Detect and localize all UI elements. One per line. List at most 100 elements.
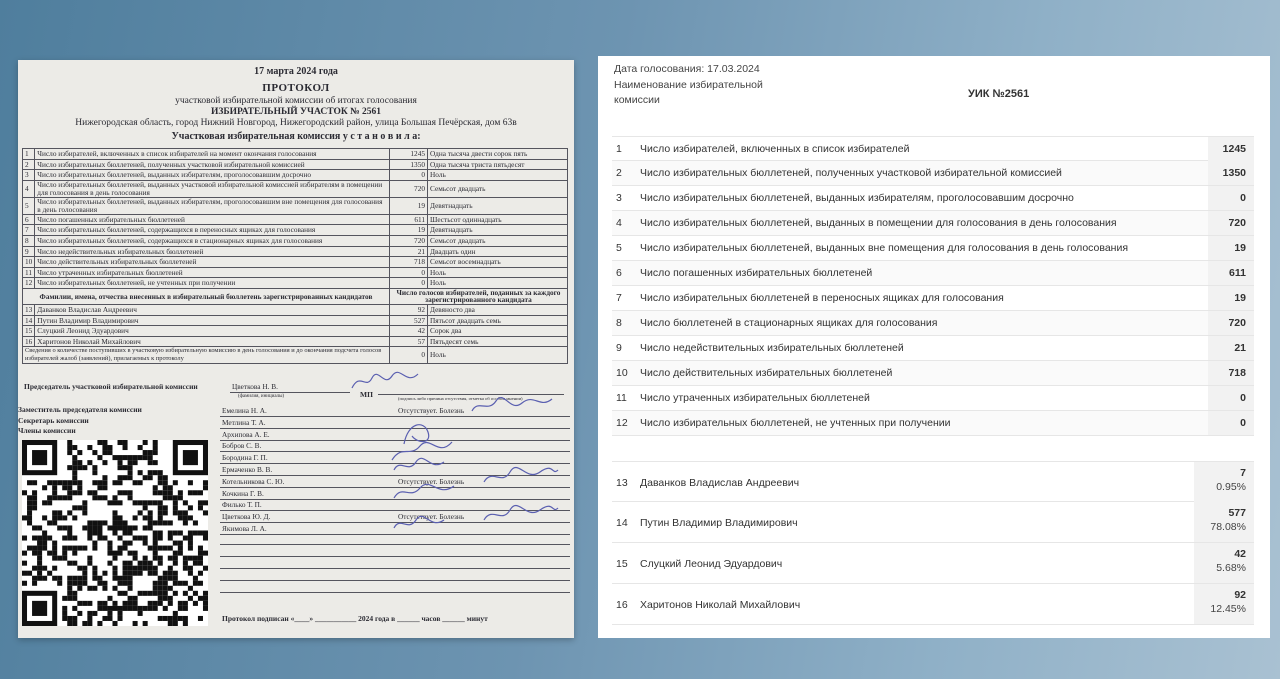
- paper-table-row: 6 Число погашенных избирательных бюллетен…: [21, 213, 568, 226]
- paper-row-value: 1350: [389, 158, 428, 171]
- paper-cand-name: Даванков Владислав Андреевич: [34, 303, 390, 316]
- paper-row-num: 9: [21, 245, 36, 258]
- candidate-votes: 7: [1240, 467, 1246, 479]
- paper-row-value: 19: [389, 224, 428, 236]
- paper-member-name: Цветкова Ю. Д.: [222, 512, 271, 522]
- results-row: 7 Число избирательных бюллетеней в перено…: [612, 286, 1254, 311]
- row-value: 19: [1208, 236, 1254, 260]
- paper-row-words: Одна тысяча двести сорок пять: [427, 148, 568, 160]
- paper-member-name: Якимова Л. А.: [222, 524, 267, 533]
- paper-row-value: 611: [389, 213, 428, 226]
- results-row: 9 Число недействительных избирательных бю…: [612, 336, 1254, 361]
- paper-table-row: 3 Число избирательных бюллетеней, выданны…: [21, 169, 568, 181]
- paper-row-value: 0: [389, 266, 428, 279]
- results-row: 3 Число избирательных бюллетеней, выданны…: [612, 186, 1254, 211]
- paper-row-value: 720: [389, 179, 428, 198]
- candidate-name: Харитонов Николай Михайлович: [640, 599, 801, 611]
- paper-row-words: Девятнадцать: [427, 196, 568, 215]
- row-number: 11: [616, 392, 627, 404]
- member-signature-6: [393, 483, 455, 499]
- paper-signed-line: Протокол подписан «____» ___________ 202…: [222, 614, 488, 623]
- paper-cand-num: 14: [21, 314, 36, 327]
- paper-secretary-label: Секретарь комиссии: [18, 416, 89, 425]
- paper-cand-num: 15: [21, 325, 36, 337]
- voting-date-label: Дата голосования:: [614, 63, 705, 75]
- row-value: 718: [1208, 361, 1254, 385]
- paper-complaints-value: 0: [389, 346, 428, 365]
- candidate-percent: 78.08%: [1210, 521, 1246, 533]
- paper-candidate-row: 13 Даванков Владислав Андреевич 92 Девяност…: [21, 303, 568, 316]
- row-value: 720: [1208, 311, 1254, 335]
- paper-table-row: 2 Число избирательных бюллетеней, получен…: [21, 158, 568, 171]
- row-number: 6: [616, 267, 622, 279]
- candidates-table: 13 Даванков Владислав Андреевич 7 0.95% 14 Пу…: [612, 461, 1254, 625]
- paper-row-num: 3: [21, 169, 36, 181]
- member-signature-8: [393, 515, 445, 529]
- row-number: 5: [616, 242, 622, 254]
- paper-table-row: 5 Число избирательных бюллетеней, выданны…: [21, 196, 568, 215]
- paper-table-row: 11 Число утраченных избирательных бюллете…: [21, 266, 568, 279]
- paper-row-value: 0: [389, 169, 428, 181]
- paper-row-num: 6: [21, 213, 36, 226]
- candidate-percent: 5.68%: [1216, 562, 1246, 574]
- row-label: Число действительных избирательных бюлле…: [640, 367, 893, 379]
- paper-row-num: 4: [21, 179, 36, 198]
- candidate-number: 13: [616, 477, 628, 489]
- chair-signature: [351, 371, 419, 389]
- paper-member-name: Бородина Г. П.: [222, 453, 268, 463]
- row-number: 12: [616, 417, 628, 429]
- qr-code: [22, 440, 208, 626]
- paper-row-words: Двадцать один: [427, 245, 568, 258]
- candidate-votes: 577: [1228, 507, 1246, 519]
- results-row: 1 Число избирателей, включенных в список …: [612, 136, 1254, 161]
- row-label: Число недействительных избирательных бюл…: [640, 342, 904, 354]
- row-value: 1350: [1208, 161, 1254, 185]
- paper-candidate-row: 14 Путин Владимир Владимирович 527 Пятьсот …: [21, 314, 568, 327]
- results-row: 8 Число бюллетеней в стационарных ящиках …: [612, 311, 1254, 336]
- paper-row-value: 718: [389, 256, 428, 268]
- candidate-result: 92 12.45%: [1194, 584, 1254, 624]
- paper-row-value: 1245: [389, 148, 428, 160]
- paper-row-value: 720: [389, 234, 428, 247]
- row-label: Число избирательных бюллетеней, не учтен…: [640, 417, 951, 429]
- paper-cand-words: Сорок два: [427, 325, 568, 337]
- paper-cand-name: Харитонов Николай Михайлович: [34, 335, 390, 348]
- candidate-row: 15 Слуцкий Леонид Эдуардович 42 5.68%: [612, 543, 1254, 584]
- row-label: Число избирательных бюллетеней в перенос…: [640, 292, 1004, 304]
- row-label: Число избирательных бюллетеней, выданных…: [640, 192, 1074, 204]
- paper-cand-words: Девяносто два: [427, 303, 568, 316]
- paper-row-label: Число погашенных избирательных бюллетене…: [34, 213, 390, 226]
- paper-row-label: Число избирательных бюллетеней, выданных…: [34, 169, 390, 181]
- row-label: Число избирателей, включенных в список и…: [640, 143, 910, 155]
- row-number: 3: [616, 192, 622, 204]
- row-value: 1245: [1208, 137, 1254, 161]
- paper-row-words: Шестьсот одиннадцать: [427, 213, 568, 226]
- paper-chair-name: Цветкова Н. В.: [232, 382, 278, 391]
- row-value: 0: [1208, 411, 1254, 435]
- paper-results-table: 1 Число избирателей, включенных в список …: [21, 148, 568, 365]
- paper-member-note: Отсутствует. Болезнь: [398, 406, 465, 415]
- row-value: 720: [1208, 211, 1254, 235]
- paper-row-words: Семьсот восемнадцать: [427, 256, 568, 268]
- paper-row-num: 7: [21, 224, 36, 236]
- paper-member-name: Метлина Т. А.: [222, 417, 266, 427]
- paper-table-row: 4 Число избирательных бюллетеней, выданны…: [21, 179, 568, 198]
- paper-row-label: Число действительных избирательных бюлле…: [34, 256, 390, 268]
- paper-row-num: 5: [21, 196, 36, 215]
- paper-member-name: Кочкина Г. В.: [222, 488, 264, 498]
- paper-table-row: 1 Число избирателей, включенных в список …: [21, 148, 568, 160]
- paper-date: 17 марта 2024 года: [254, 66, 338, 77]
- commission-name-label: Наименование избирательной комиссии: [614, 79, 763, 106]
- row-number: 7: [616, 292, 622, 304]
- paper-row-num: 1: [21, 148, 36, 160]
- voting-date: Дата голосования: 17.03.2024: [614, 62, 760, 77]
- results-row: 5 Число избирательных бюллетеней, выданны…: [612, 236, 1254, 261]
- paper-cand-value: 57: [389, 335, 428, 348]
- candidate-number: 15: [616, 558, 628, 570]
- paper-candidate-row: 15 Слуцкий Леонид Эдуардович 42 Сорок два: [21, 325, 568, 337]
- row-value: 611: [1208, 261, 1254, 285]
- paper-cand-value: 92: [389, 303, 428, 316]
- results-row: 12 Число избирательных бюллетеней, не учт…: [612, 411, 1254, 436]
- row-value: 21: [1208, 336, 1254, 360]
- row-label: Число избирательных бюллетеней, выданных…: [640, 242, 1129, 254]
